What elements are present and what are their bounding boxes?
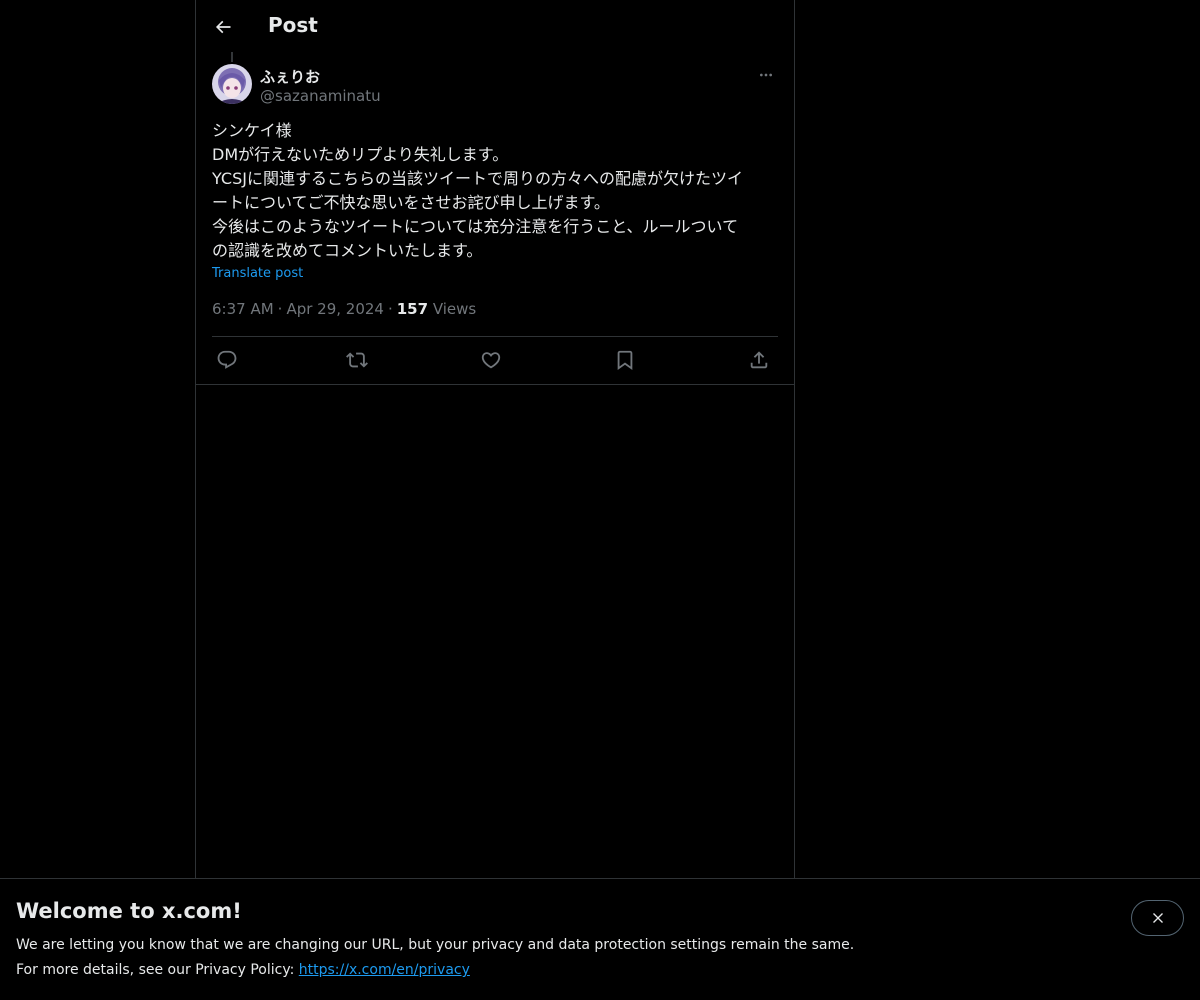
reply-icon [217, 350, 237, 369]
action-bar [212, 337, 778, 383]
avatar[interactable] [212, 64, 252, 104]
close-icon [1152, 913, 1163, 923]
page-title: Post [268, 13, 318, 37]
author-name[interactable]: ふぇりお [260, 66, 320, 87]
bookmark-button[interactable] [610, 347, 640, 373]
reply-button[interactable] [212, 347, 242, 373]
privacy-policy-link[interactable]: https://x.com/en/privacy [299, 962, 470, 978]
ellipsis-icon [760, 73, 772, 77]
repost-icon [346, 352, 368, 368]
post-text-line: DMが行えないためリプより失礼します。 [212, 145, 509, 164]
avatar-image [212, 64, 252, 104]
meta-separator: · [277, 300, 283, 318]
heart-icon [481, 352, 501, 369]
share-button[interactable] [744, 347, 774, 373]
repost-button[interactable] [342, 347, 372, 373]
translate-post-link[interactable]: Translate post [212, 266, 303, 281]
main-column: Post ふぇりお @sazanaminatu シンケイ様 DMが行えないためリ… [195, 0, 795, 1000]
post-text-line: の認識を改めてコメントいたします。 [212, 241, 483, 260]
post-text-line: YCSJに関連するこちらの当該ツイートで周りの方々への配慮が欠けたツイ [212, 169, 743, 188]
banner-policy-line: For more details, see our Privacy Policy… [16, 962, 470, 978]
top-bar: Post [196, 0, 794, 53]
post-time[interactable]: 6:37 AM [212, 300, 274, 318]
banner-policy-prefix: For more details, see our Privacy Policy… [16, 962, 299, 978]
views-count: 157 [396, 300, 429, 318]
meta-separator: · [387, 300, 393, 318]
post-text: シンケイ様 DMが行えないためリプより失礼します。 YCSJに関連するこちらの当… [212, 119, 778, 263]
banner-message: We are letting you know that we are chan… [16, 937, 855, 953]
banner-close-button[interactable] [1131, 900, 1184, 936]
views-label: Views [432, 300, 477, 318]
post-meta: 6:37 AM · Apr 29, 2024 · 157 Views [212, 300, 476, 318]
post-bottom-border [196, 384, 794, 385]
welcome-banner: Welcome to x.com! We are letting you kno… [0, 878, 1200, 1000]
share-icon [750, 351, 768, 369]
author-handle[interactable]: @sazanaminatu [260, 87, 381, 105]
like-button[interactable] [476, 347, 506, 373]
post-text-line: ートについてご不快な思いをさせお詫び申し上げます。 [212, 193, 610, 212]
post-text-line: シンケイ様 [212, 121, 292, 140]
more-button[interactable] [754, 64, 778, 86]
arrow-left-icon [215, 20, 231, 34]
back-button[interactable] [206, 10, 240, 44]
banner-title: Welcome to x.com! [16, 899, 242, 923]
post-text-line: 今後はこのようなツイートについては充分注意を行うこと、ルールついて [212, 217, 739, 236]
bookmark-icon [617, 350, 633, 371]
thread-connector [231, 52, 233, 62]
post-date[interactable]: Apr 29, 2024 [286, 300, 384, 318]
